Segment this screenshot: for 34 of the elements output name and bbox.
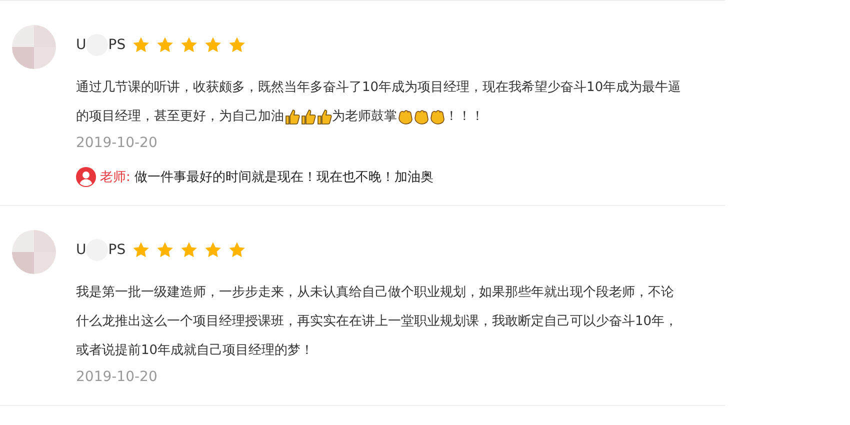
star-icon — [132, 241, 150, 259]
thumbs-up-icon — [316, 108, 332, 124]
review-text: 什么龙推出这么一个项目经理授课班，再实实在在讲上一堂职业规划课，我敢断定自己可以少奋斗10年， — [76, 313, 678, 331]
star-icon — [180, 241, 198, 259]
avatar — [12, 230, 56, 274]
star-icon — [204, 36, 222, 54]
star-icon — [156, 36, 174, 54]
user-name: PS — [108, 242, 126, 258]
reply-author: 老师: — [100, 169, 130, 186]
thumbs-up-icon — [284, 108, 300, 124]
clapping-hands-icon — [429, 108, 445, 124]
avatar — [12, 25, 56, 69]
star-icon — [132, 36, 150, 54]
user-name: PS — [108, 37, 126, 53]
review-text: ！！！ — [445, 108, 484, 126]
star-icon — [156, 241, 174, 259]
star-icon — [228, 36, 246, 54]
user-name: U — [76, 242, 86, 258]
star-icon — [228, 241, 246, 259]
review-date: 2019-10-20 — [76, 134, 158, 153]
thumbs-up-icon — [300, 108, 316, 124]
review-text: 为老师鼓掌 — [332, 108, 397, 126]
reply-text: 做一件事最好的时间就是现在！现在也不晚！加油奥 — [134, 169, 434, 186]
review-text: 的项目经理，甚至更好，为自己加油 — [76, 108, 284, 126]
review-text: 通过几节课的听讲，收获颇多，既然当年多奋斗了10年成为项目经理，现在我希望少奋斗10年成为最牛逼 — [76, 79, 682, 97]
star-icon — [204, 241, 222, 259]
review-text: 我是第一批一级建造师，一步步走来，从未认真给自己做个职业规划，如果那些年就出现个段老师，不论 — [76, 284, 674, 302]
star-icon — [180, 36, 198, 54]
review-text: 或者说提前10年成就自己项目经理的梦！ — [76, 342, 314, 360]
clapping-hands-icon — [397, 108, 413, 124]
user-icon — [76, 167, 96, 187]
clapping-hands-icon — [413, 108, 429, 124]
review-date: 2019-10-20 — [76, 368, 158, 387]
user-name: U — [76, 37, 86, 53]
